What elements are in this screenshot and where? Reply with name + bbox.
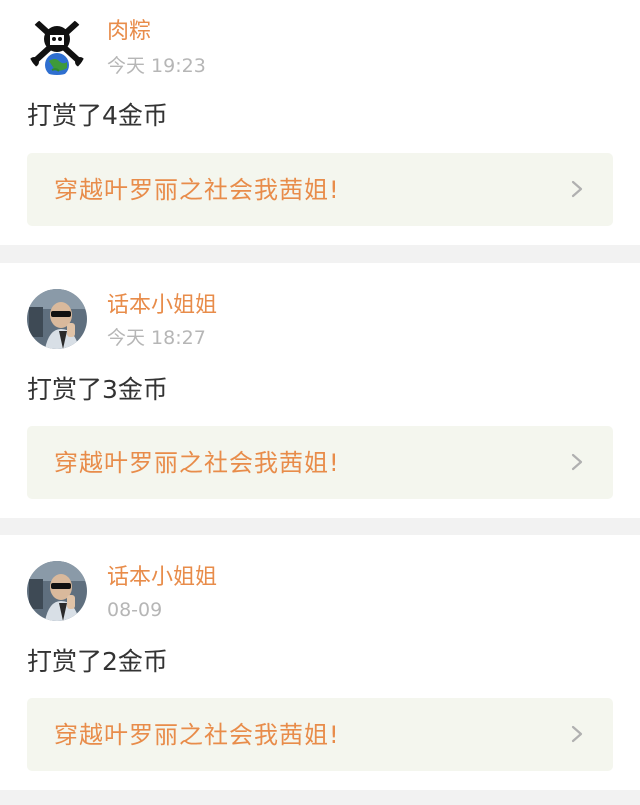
feed-item: 话本小姐姐 08-09 打赏了2金币 穿越叶罗丽之社会我茜姐! <box>0 535 640 790</box>
book-link[interactable]: 穿越叶罗丽之社会我茜姐! <box>27 426 613 499</box>
avatar[interactable] <box>27 15 87 75</box>
chevron-right-icon <box>571 180 583 198</box>
book-title: 穿越叶罗丽之社会我茜姐! <box>54 449 340 477</box>
skull-crossbones-globe-icon <box>27 15 87 75</box>
timestamp: 今天 19:23 <box>107 55 206 77</box>
timestamp: 今天 18:27 <box>107 327 206 349</box>
avatar[interactable] <box>27 289 87 349</box>
person-avatar-icon <box>27 561 87 621</box>
feed-item: 话本小姐姐 今天 18:27 打赏了3金币 穿越叶罗丽之社会我茜姐! <box>0 263 640 518</box>
feed-item: 肉粽 今天 19:23 打赏了4金币 穿越叶罗丽之社会我茜姐! <box>0 0 640 245</box>
book-title: 穿越叶罗丽之社会我茜姐! <box>54 176 340 204</box>
book-link[interactable]: 穿越叶罗丽之社会我茜姐! <box>27 153 613 226</box>
reward-text: 打赏了3金币 <box>27 375 168 404</box>
book-title: 穿越叶罗丽之社会我茜姐! <box>54 721 340 749</box>
book-link[interactable]: 穿越叶罗丽之社会我茜姐! <box>27 698 613 771</box>
timestamp: 08-09 <box>107 599 163 621</box>
chevron-right-icon <box>571 725 583 743</box>
reward-text: 打赏了4金币 <box>27 101 168 130</box>
username[interactable]: 肉粽 <box>107 17 151 47</box>
username[interactable]: 话本小姐姐 <box>107 563 217 593</box>
reward-text: 打赏了2金币 <box>27 647 168 676</box>
reward-feed: 肉粽 今天 19:23 打赏了4金币 穿越叶罗丽之社会我茜姐! 话本小姐姐 今天… <box>0 0 640 805</box>
chevron-right-icon <box>571 453 583 471</box>
avatar[interactable] <box>27 561 87 621</box>
username[interactable]: 话本小姐姐 <box>107 291 217 321</box>
person-avatar-icon <box>27 289 87 349</box>
